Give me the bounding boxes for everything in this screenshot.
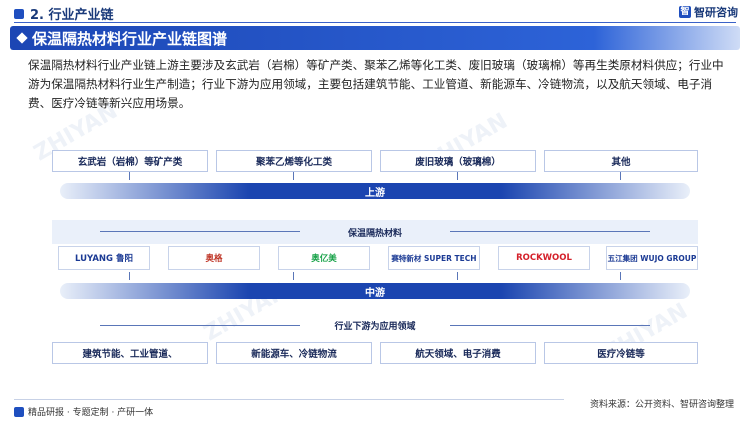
midstream-heading: 保温隔热材料 bbox=[347, 228, 402, 239]
company-name: ROCKWOOL bbox=[516, 253, 572, 263]
heading-line bbox=[450, 325, 650, 326]
footer-tagline: 精品研报 · 专题定制 · 产研一体 bbox=[14, 405, 153, 418]
upstream-item: 聚苯乙烯等化工类 bbox=[216, 150, 372, 172]
downstream-item: 医疗冷链等 bbox=[544, 342, 698, 364]
company-logo-wujo: 五江集团 WUJO GROUP bbox=[606, 246, 698, 270]
company-name: 赛特新材 SUPER TECH bbox=[391, 253, 477, 263]
company-name: 奥亿美 bbox=[311, 254, 337, 264]
page-title: 保温隔热材料行业产业链图谱 bbox=[32, 29, 228, 48]
company-logo-aoge: 奥格 bbox=[168, 246, 260, 270]
connector-line bbox=[293, 272, 294, 280]
connector-line bbox=[293, 172, 294, 180]
downstream-item: 新能源车、冷链物流 bbox=[216, 342, 372, 364]
midstream-label: 中游 bbox=[60, 283, 690, 299]
description-text: 保温隔热材料行业产业链上游主要涉及玄武岩（岩棉）等矿产类、聚苯乙烯等化工类、废旧… bbox=[28, 58, 724, 110]
company-name: LUYANG 鲁阳 bbox=[75, 254, 133, 264]
upstream-label: 上游 bbox=[60, 183, 690, 199]
connector-line bbox=[457, 272, 458, 280]
heading-line bbox=[100, 325, 300, 326]
brand-logo: 智 智研咨询 bbox=[679, 4, 738, 20]
connector-line bbox=[129, 172, 130, 180]
square-icon bbox=[14, 8, 24, 19]
footer-text: 精品研报 · 专题定制 · 产研一体 bbox=[28, 408, 154, 418]
heading-line bbox=[450, 231, 650, 232]
heading-line bbox=[100, 231, 300, 232]
company-logo-rockwool: ROCKWOOL bbox=[498, 246, 590, 270]
connector-line bbox=[457, 172, 458, 180]
company-logo-aoyimei: 奥亿美 bbox=[278, 246, 370, 270]
header-divider bbox=[14, 22, 736, 23]
company-logo-super-tech: 赛特新材 SUPER TECH bbox=[388, 246, 480, 270]
section-label: 2. 行业产业链 bbox=[30, 8, 114, 23]
company-name: 五江集团 WUJO GROUP bbox=[607, 253, 697, 263]
connector-line bbox=[129, 272, 130, 280]
footer-divider bbox=[14, 399, 564, 400]
diamond-icon bbox=[16, 32, 28, 44]
company-logo-luyang: LUYANG 鲁阳 bbox=[58, 246, 150, 270]
section-title: 2. 行业产业链 bbox=[14, 4, 114, 23]
connector-line bbox=[620, 172, 621, 180]
downstream-heading: 行业下游为应用领域 bbox=[334, 321, 416, 332]
brand-name: 智研咨询 bbox=[694, 6, 738, 19]
source-note: 资料来源：公开资料、智研咨询整理 bbox=[589, 400, 734, 410]
company-name: 奥格 bbox=[205, 254, 223, 264]
title-banner: 保温隔热材料行业产业链图谱 bbox=[10, 26, 740, 50]
connector-line bbox=[620, 272, 621, 280]
downstream-item: 航天领域、电子消费 bbox=[380, 342, 536, 364]
upstream-item: 其他 bbox=[544, 150, 698, 172]
midstream-heading-panel: 保温隔热材料 bbox=[52, 220, 698, 244]
downstream-item: 建筑节能、工业管道、 bbox=[52, 342, 208, 364]
upstream-item: 废旧玻璃（玻璃棉） bbox=[380, 150, 536, 172]
brand-mark-icon bbox=[14, 406, 24, 417]
upstream-item: 玄武岩（岩棉）等矿产类 bbox=[52, 150, 208, 172]
brand-mark-icon: 智 bbox=[679, 6, 691, 18]
